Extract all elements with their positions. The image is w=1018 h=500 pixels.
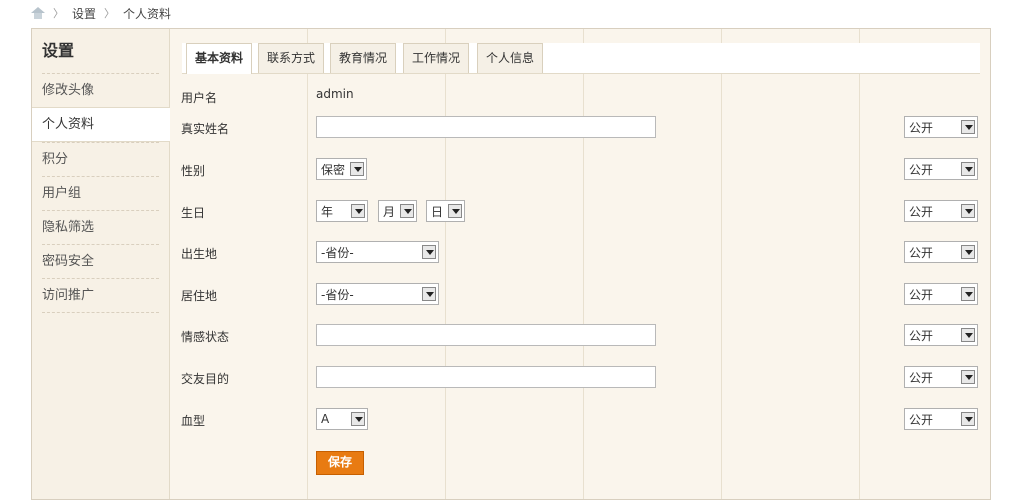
birthday-day-value: 日: [431, 204, 444, 219]
privacy-value: 公开: [909, 204, 934, 219]
blood-value: A: [321, 412, 330, 426]
privacy-value: 公开: [909, 370, 934, 385]
birthday-label: 生日: [181, 206, 206, 220]
realname-input[interactable]: [316, 116, 656, 138]
sidebar-item-privacy-filter[interactable]: 隐私筛选: [42, 210, 159, 244]
tab-bar: 基本资料 联系方式 教育情况 工作情况 个人信息: [182, 43, 980, 74]
birthday-month-value: 月: [383, 204, 396, 219]
birthplace-label: 出生地: [181, 247, 218, 261]
profile-main: 基本资料 联系方式 教育情况 工作情况 个人信息 用户名 admin 真实姓名 …: [170, 29, 990, 499]
relationship-row: 情感状态 公开: [170, 320, 990, 350]
birthday-month-select[interactable]: 月: [378, 200, 417, 222]
chevron-down-icon: [400, 204, 414, 218]
chevron-down-icon: [961, 370, 975, 384]
tab-contact[interactable]: 联系方式: [258, 43, 325, 73]
birthplace-value: -省份-: [321, 245, 354, 260]
chevron-down-icon: [961, 412, 975, 426]
tab-education[interactable]: 教育情况: [330, 43, 397, 73]
gender-value: 保密: [321, 162, 346, 177]
privacy-value: 公开: [909, 245, 934, 260]
breadcrumb: 〉 设置 〉 个人资料: [31, 4, 171, 22]
sidebar-item-usergroup[interactable]: 用户组: [42, 176, 159, 210]
purpose-row: 交友目的 公开: [170, 362, 990, 392]
privacy-value: 公开: [909, 287, 934, 302]
birthplace-privacy-select[interactable]: 公开: [904, 241, 978, 263]
residence-value: -省份-: [321, 287, 354, 302]
birthday-row: 生日 年 月 日 公开: [170, 196, 990, 226]
sidebar-item-credits[interactable]: 积分: [42, 142, 159, 176]
chevron-down-icon: [350, 162, 364, 176]
blood-row: 血型 A 公开: [170, 404, 990, 434]
chevron-down-icon: [351, 412, 365, 426]
chevron-down-icon: [961, 162, 975, 176]
username-value: admin: [316, 87, 354, 101]
breadcrumb-item-profile: 个人资料: [123, 6, 172, 21]
relationship-input[interactable]: [316, 324, 656, 346]
chevron-down-icon: [961, 204, 975, 218]
chevron-down-icon: [961, 287, 975, 301]
residence-province-select[interactable]: -省份-: [316, 283, 439, 305]
sidebar-item-promotion[interactable]: 访问推广: [42, 278, 159, 313]
birthday-year-value: 年: [321, 204, 334, 219]
settings-panel: 设置 修改头像 个人资料 积分 用户组 隐私筛选 密码安全 访问推广 基本资料 …: [31, 28, 991, 500]
breadcrumb-separator-icon: 〉: [104, 7, 116, 20]
chevron-down-icon: [422, 245, 436, 259]
tab-work[interactable]: 工作情况: [403, 43, 470, 73]
breadcrumb-separator-icon: 〉: [53, 7, 64, 20]
sidebar-item-avatar[interactable]: 修改头像: [42, 73, 159, 107]
blood-label: 血型: [181, 414, 206, 428]
chevron-down-icon: [422, 287, 436, 301]
sidebar-item-password-security[interactable]: 密码安全: [42, 244, 159, 278]
chevron-down-icon: [961, 328, 975, 342]
realname-label: 真实姓名: [181, 122, 230, 136]
sidebar-title: 设置: [42, 41, 75, 60]
birthplace-province-select[interactable]: -省份-: [316, 241, 439, 263]
relationship-label: 情感状态: [181, 330, 230, 344]
blood-select[interactable]: A: [316, 408, 368, 430]
residence-label: 居住地: [181, 289, 218, 303]
birthplace-row: 出生地 -省份- 公开: [170, 237, 990, 267]
privacy-value: 公开: [909, 328, 934, 343]
birthday-day-select[interactable]: 日: [426, 200, 465, 222]
home-icon[interactable]: [31, 7, 45, 19]
blood-privacy-select[interactable]: 公开: [904, 408, 978, 430]
privacy-value: 公开: [909, 120, 934, 135]
gender-label: 性别: [181, 164, 206, 178]
chevron-down-icon: [961, 245, 975, 259]
chevron-down-icon: [961, 120, 975, 134]
breadcrumb-item-settings[interactable]: 设置: [72, 5, 96, 22]
privacy-value: 公开: [909, 162, 934, 177]
sidebar: 设置 修改头像 个人资料 积分 用户组 隐私筛选 密码安全 访问推广: [32, 29, 170, 499]
residence-privacy-select[interactable]: 公开: [904, 283, 978, 305]
birthday-privacy-select[interactable]: 公开: [904, 200, 978, 222]
username-label: 用户名: [181, 91, 218, 105]
tab-personal[interactable]: 个人信息: [477, 43, 544, 73]
purpose-input[interactable]: [316, 366, 656, 388]
save-button[interactable]: 保存: [316, 451, 364, 475]
residence-row: 居住地 -省份- 公开: [170, 279, 990, 309]
gender-privacy-select[interactable]: 公开: [904, 158, 978, 180]
gender-row: 性别 保密 公开: [170, 154, 990, 184]
sidebar-item-profile[interactable]: 个人资料: [32, 107, 170, 142]
relationship-privacy-select[interactable]: 公开: [904, 324, 978, 346]
purpose-privacy-select[interactable]: 公开: [904, 366, 978, 388]
birthday-year-select[interactable]: 年: [316, 200, 368, 222]
chevron-down-icon: [448, 204, 462, 218]
gender-select[interactable]: 保密: [316, 158, 367, 180]
tab-basic-info[interactable]: 基本资料: [186, 43, 253, 74]
realname-privacy-select[interactable]: 公开: [904, 116, 978, 138]
username-row: 用户名 admin: [170, 81, 990, 111]
chevron-down-icon: [351, 204, 365, 218]
purpose-label: 交友目的: [181, 372, 230, 386]
privacy-value: 公开: [909, 412, 934, 427]
realname-row: 真实姓名 公开: [170, 112, 990, 142]
